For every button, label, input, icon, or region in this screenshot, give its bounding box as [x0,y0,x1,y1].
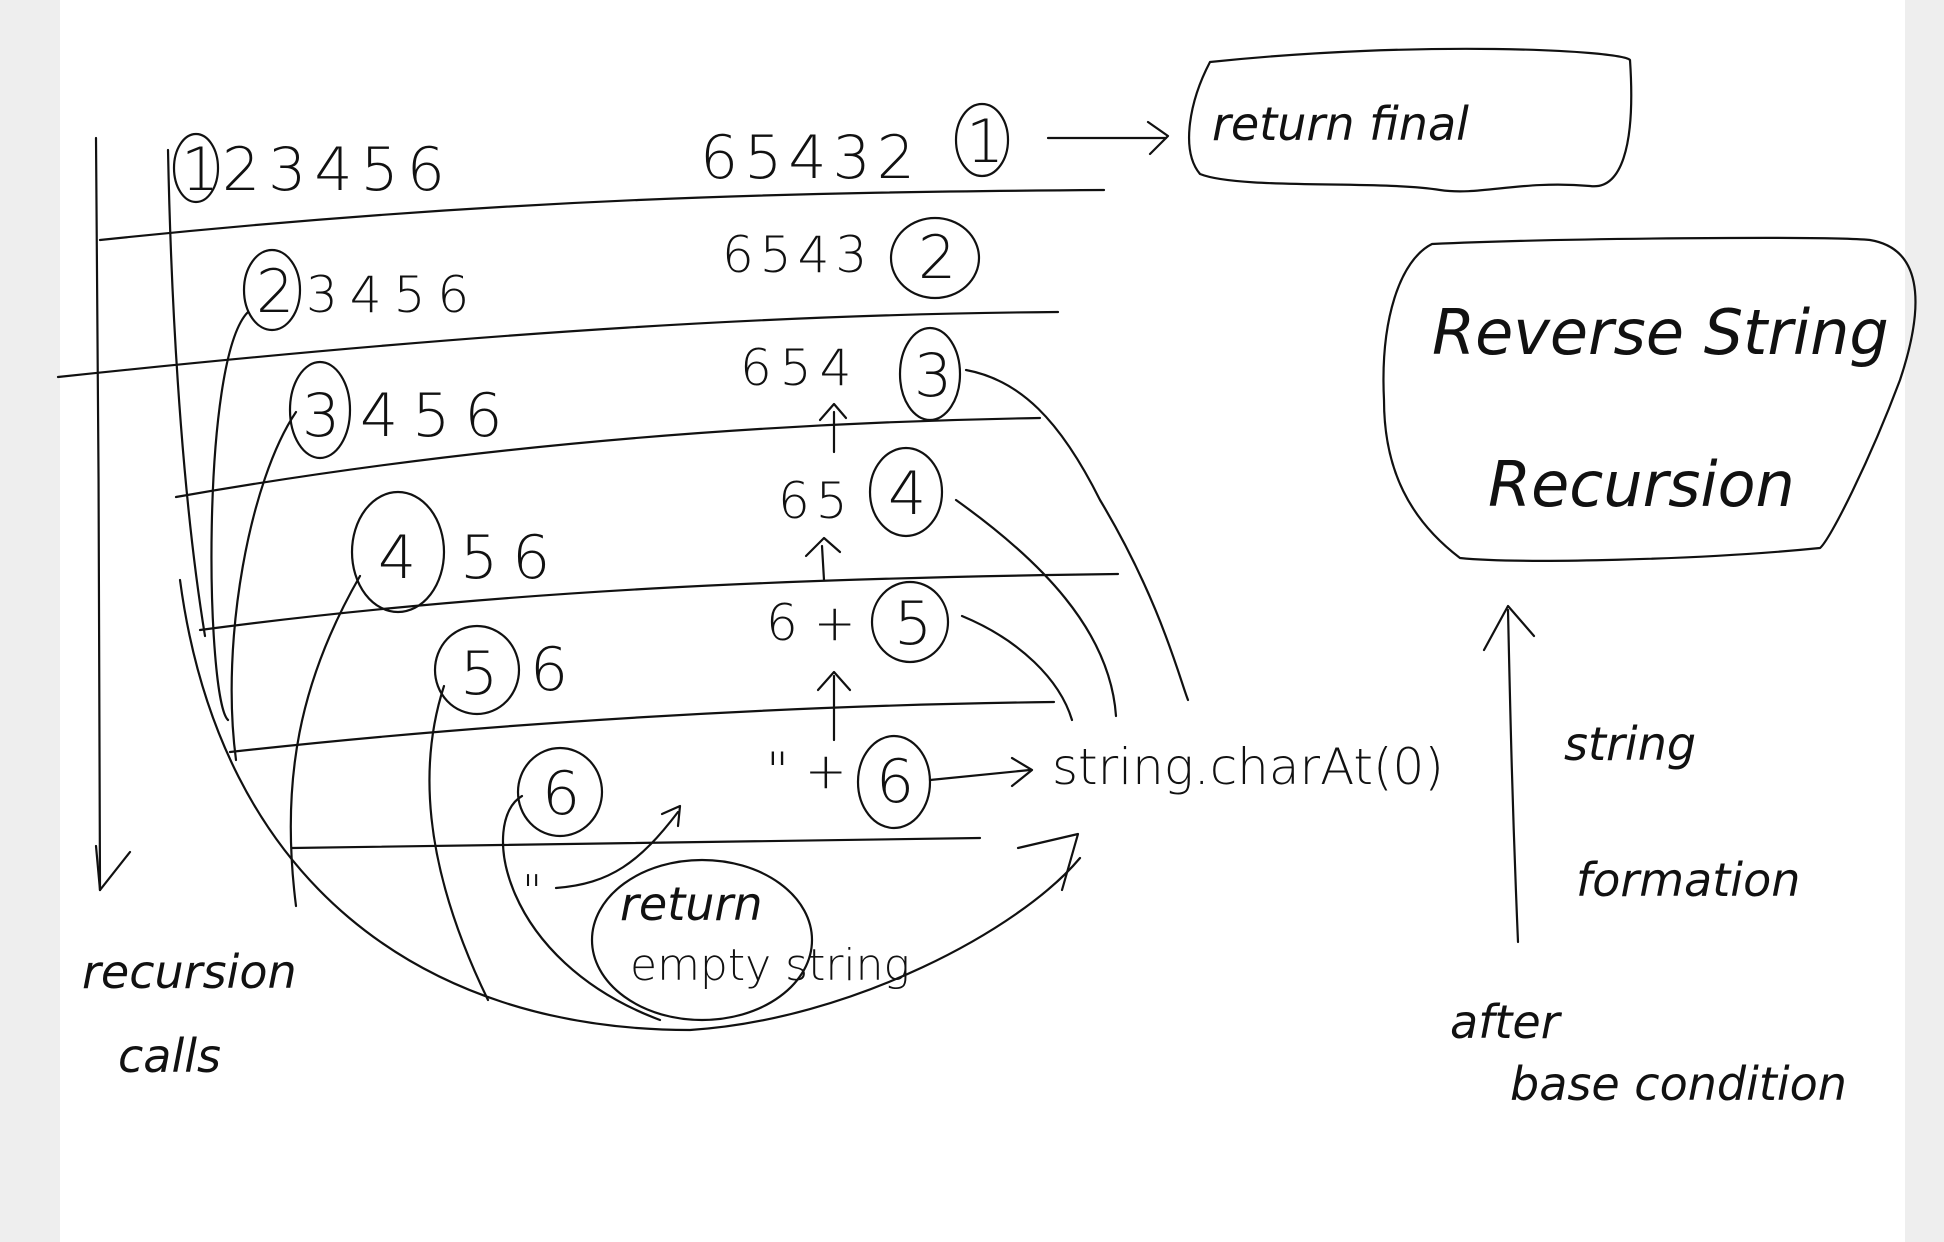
right-row-4: 65 4 [778,446,944,538]
right-connectors [954,368,1190,722]
left-row-6-circled: 6 [542,759,580,829]
right-row-4-prefix: 65 [778,472,854,530]
string-formation-line1: string [1564,717,1696,771]
left-row-5-rest: 6 [530,635,568,705]
left-row-3-circled: 3 [302,381,340,451]
title-line2: Recursion [1488,448,1795,521]
right-row-5-prefix: 6 + [766,594,856,652]
base-value: " [522,866,542,917]
left-row-2-circled: 2 [256,257,294,327]
right-row-3: 654 3 [740,326,962,422]
left-row-4-rest: 56 [460,523,564,593]
recursion-calls-line2: calls [118,1029,221,1083]
right-row-6-prefix: " + [766,742,847,800]
string-formation-line2: formation [1576,853,1800,907]
base-note-line1: return [620,877,762,931]
left-row-2-rest: 3456 [306,266,481,324]
right-row-3-prefix: 654 [740,339,859,397]
left-row-5: 5 6 [433,624,568,716]
left-row-3: 3 456 [288,360,517,460]
right-row-5: 6 + 5 [766,580,950,664]
inner-stack-line [166,148,207,638]
right-row-6-circled: 6 [876,747,914,817]
after-base-line1: after [1450,995,1563,1049]
return-final: return final [1046,47,1633,193]
left-row-1-rest: 23456 [222,135,453,205]
right-row-3-circled: 3 [914,341,952,411]
right-row-2-circled: 2 [918,223,956,293]
string-formation-arrow [1482,604,1536,944]
right-row-1-circled: 1 [966,107,1004,177]
right-row-2: 6543 2 [722,216,981,300]
base-case: " return empty string [522,804,910,1022]
return-final-label: return final [1212,97,1469,151]
base-note-line2: empty string [630,940,910,991]
right-row-5-circled: 5 [894,589,932,659]
left-row-3-rest: 456 [360,381,517,451]
left-row-1-circled: 1 [181,135,219,205]
build-up-arrows [804,402,852,742]
frame-lines [56,188,1120,850]
left-row-5-circled: 5 [460,639,498,709]
whiteboard-canvas: 1 23456 2 3456 3 456 4 56 5 6 6 " return… [56,47,1917,1111]
title-blob: Reverse String Recursion [1382,236,1917,562]
after-base-line2: base condition [1510,1057,1847,1111]
left-row-2: 2 3456 [242,248,481,332]
left-row-4-circled: 4 [378,523,416,593]
right-row-2-prefix: 6543 [722,226,873,284]
title-line1: Reverse String [1432,296,1889,369]
right-row-4-circled: 4 [888,459,926,529]
right-row-6: " + 6 [766,734,932,830]
left-row-6: 6 [516,746,604,838]
right-row-1-prefix: 65432 [700,123,921,193]
left-row-1: 1 23456 [172,132,453,205]
char-at-label: string.charAt(0) [1052,738,1444,796]
recursion-calls-line1: recursion [82,945,297,999]
char-at-note: string.charAt(0) [928,738,1444,796]
right-row-1: 65432 1 [700,102,1010,193]
left-row-4: 4 56 [350,490,564,614]
recursion-calls-arrow [94,136,132,892]
